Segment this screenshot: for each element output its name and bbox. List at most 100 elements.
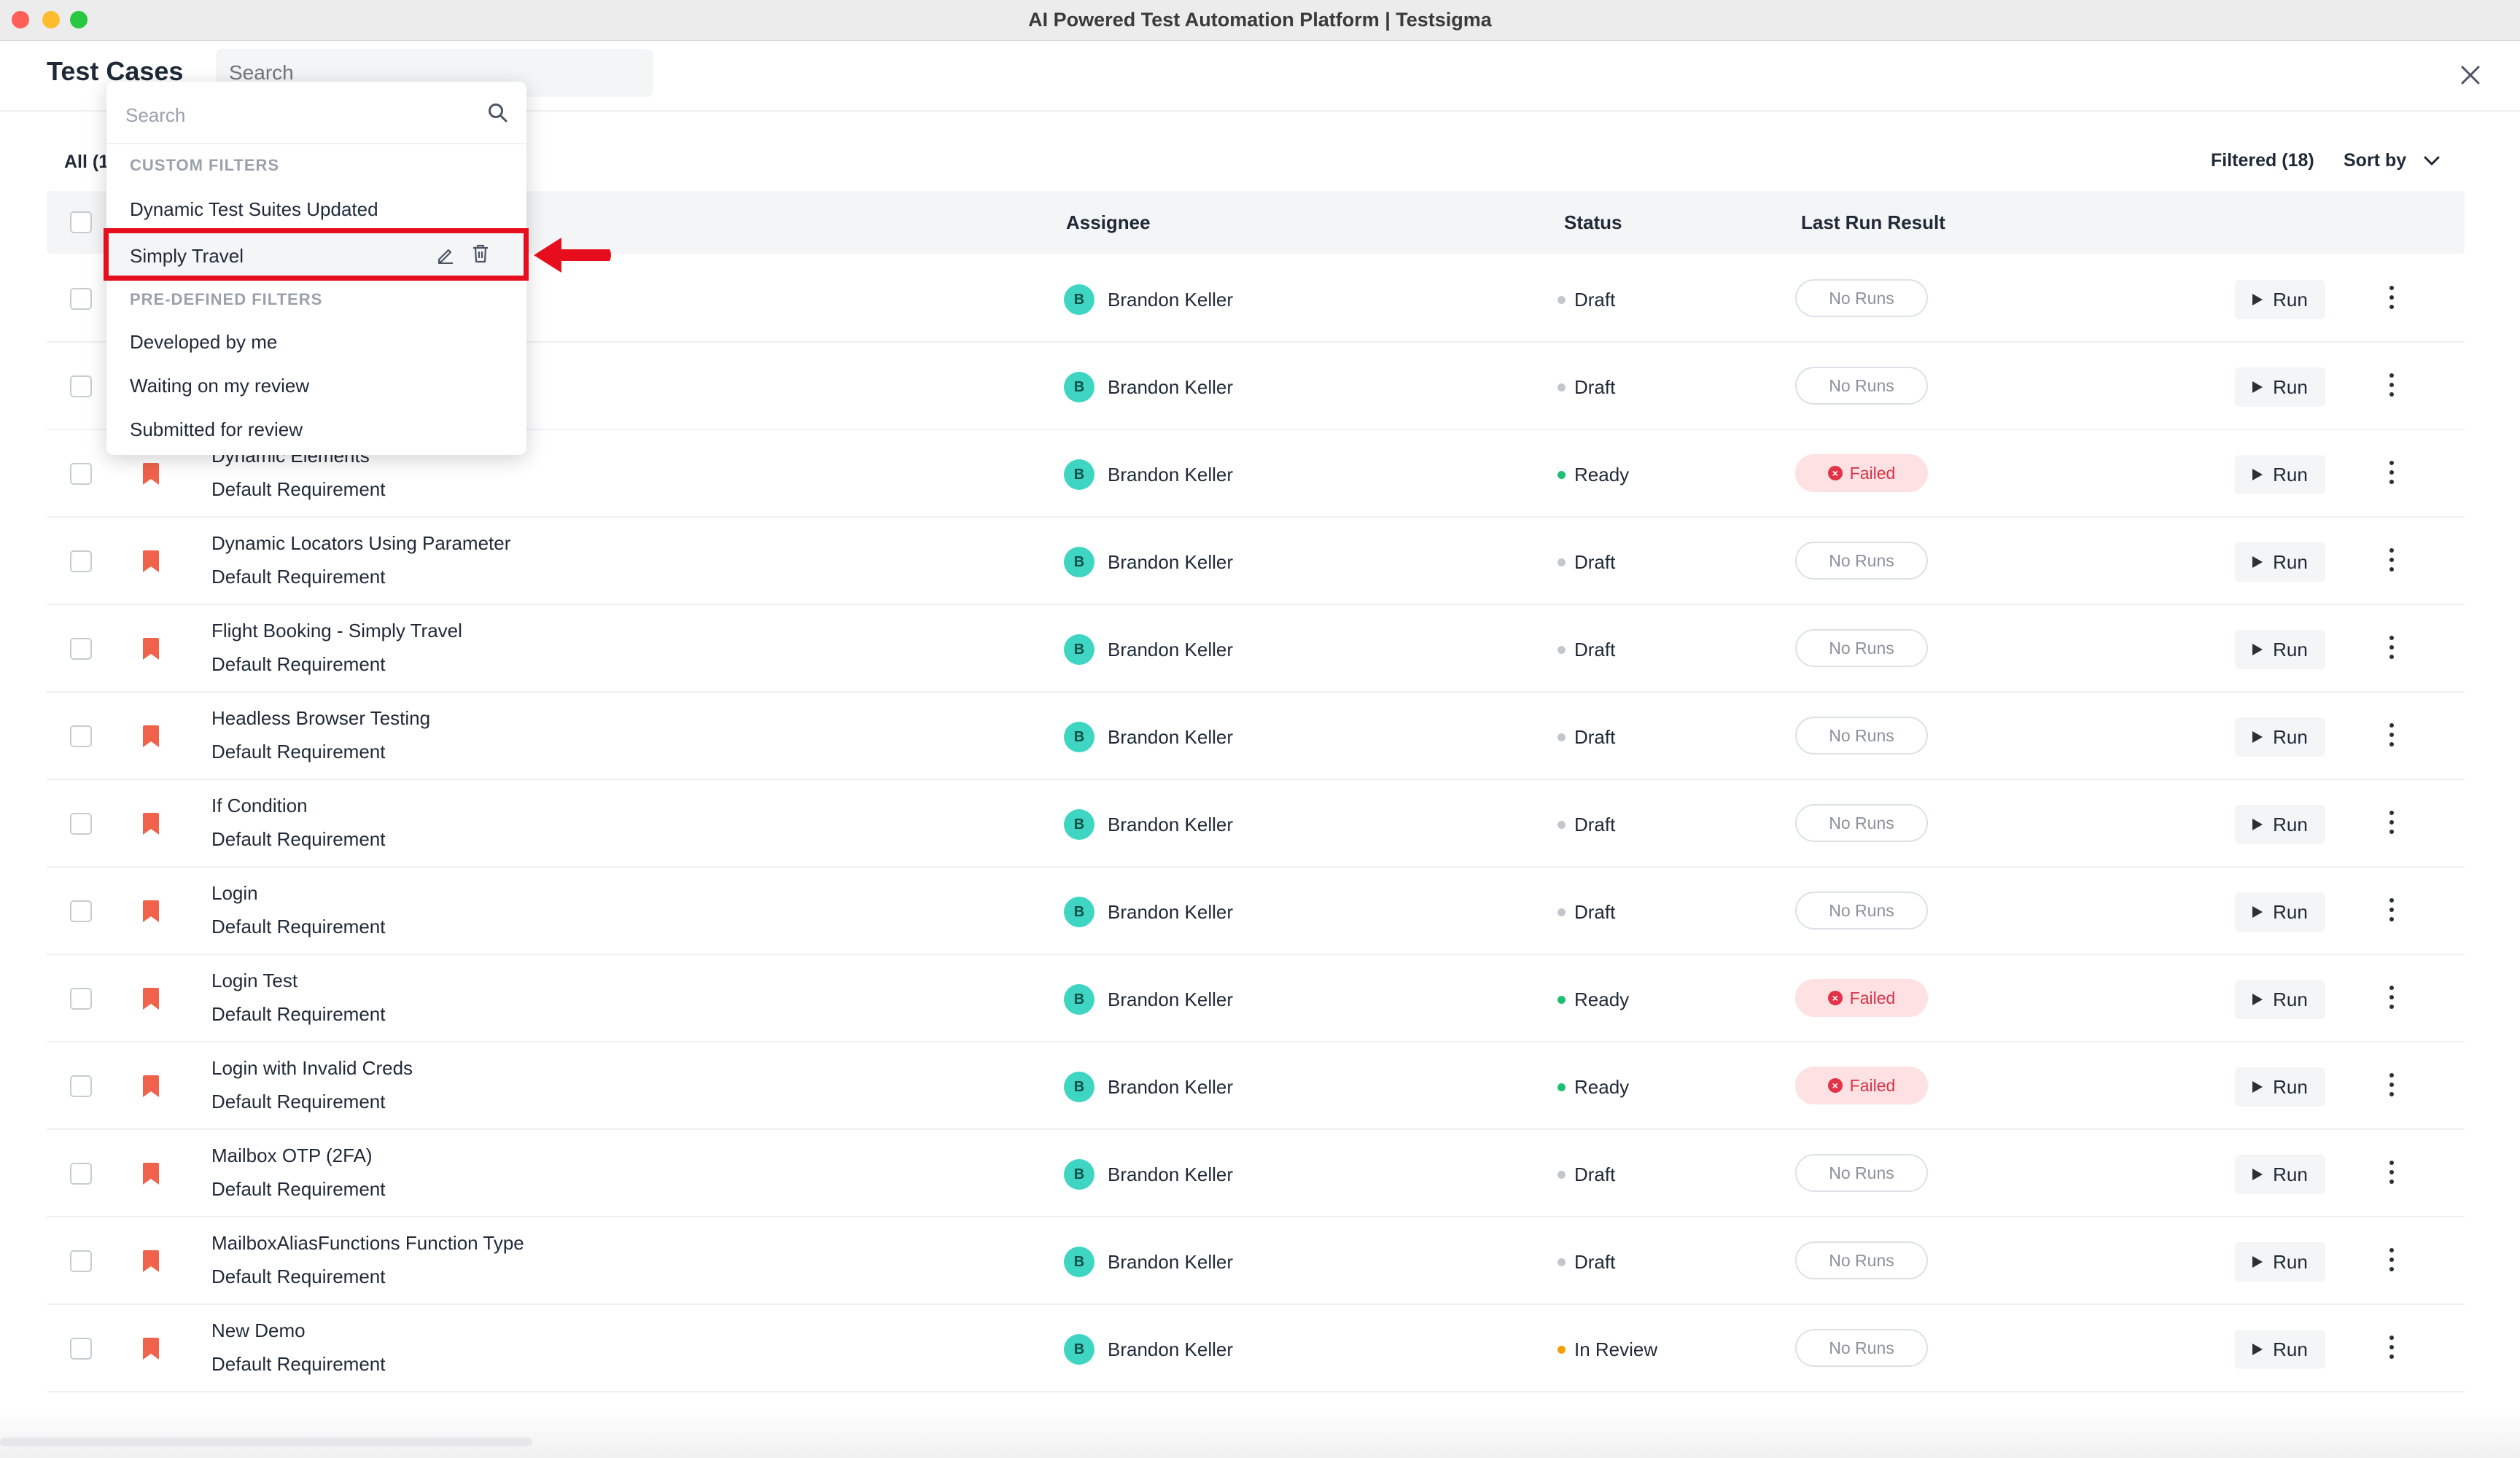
run-button[interactable]: Run bbox=[2235, 280, 2325, 319]
table-row[interactable]: Login Default Requirement B Brandon Kell… bbox=[47, 868, 2465, 955]
status-text: Draft bbox=[1574, 901, 1616, 923]
row-checkbox[interactable] bbox=[70, 375, 92, 397]
filter-search[interactable]: Search bbox=[106, 82, 526, 144]
more-options-icon[interactable] bbox=[2383, 983, 2400, 1012]
row-checkbox[interactable] bbox=[70, 288, 92, 310]
assignee-column-header[interactable]: Assignee bbox=[1066, 211, 1151, 234]
test-case-name[interactable]: Login Test bbox=[211, 970, 298, 992]
run-button[interactable]: Run bbox=[2235, 455, 2325, 494]
row-checkbox[interactable] bbox=[70, 463, 92, 485]
more-options-icon[interactable] bbox=[2383, 458, 2400, 487]
assignee-cell: B Brandon Keller bbox=[1064, 722, 1233, 752]
test-case-name[interactable]: Flight Booking - Simply Travel bbox=[211, 620, 462, 642]
test-case-name[interactable]: MailboxAliasFunctions Function Type bbox=[211, 1232, 524, 1255]
status-column-header[interactable]: Status bbox=[1564, 211, 1622, 234]
last-run-result-column-header[interactable]: Last Run Result bbox=[1801, 211, 1945, 234]
run-button[interactable]: Run bbox=[2235, 1067, 2325, 1107]
row-checkbox[interactable] bbox=[70, 813, 92, 835]
last-run-result-badge: No Runs bbox=[1795, 279, 1928, 317]
run-label: Run bbox=[2273, 725, 2308, 748]
table-row[interactable]: Flight Booking - Simply Travel Default R… bbox=[47, 605, 2465, 693]
last-run-result-badge: × Failed bbox=[1795, 454, 1928, 492]
more-options-icon[interactable] bbox=[2383, 720, 2400, 749]
run-label: Run bbox=[2273, 1075, 2308, 1098]
row-checkbox[interactable] bbox=[70, 725, 92, 747]
more-options-icon[interactable] bbox=[2383, 633, 2400, 662]
sort-by-button[interactable]: Sort by bbox=[2344, 150, 2440, 171]
more-options-icon[interactable] bbox=[2383, 895, 2400, 924]
assignee-cell: B Brandon Keller bbox=[1064, 897, 1233, 927]
row-checkbox[interactable] bbox=[70, 1163, 92, 1185]
assignee-name: Brandon Keller bbox=[1108, 813, 1233, 835]
last-run-result-badge: No Runs bbox=[1795, 367, 1928, 405]
test-case-name[interactable]: Mailbox OTP (2FA) bbox=[211, 1145, 373, 1167]
table-row[interactable]: New Demo Default Requirement B Brandon K… bbox=[47, 1305, 2465, 1392]
filtered-count[interactable]: Filtered (18) bbox=[2211, 150, 2314, 171]
run-button[interactable]: Run bbox=[2235, 542, 2325, 582]
table-row[interactable]: Login with Invalid Creds Default Require… bbox=[47, 1042, 2465, 1130]
more-options-icon[interactable] bbox=[2383, 370, 2400, 399]
row-checkbox[interactable] bbox=[70, 1075, 92, 1097]
more-options-icon[interactable] bbox=[2383, 545, 2400, 574]
more-options-icon[interactable] bbox=[2383, 1070, 2400, 1099]
row-checkbox[interactable] bbox=[70, 550, 92, 572]
test-case-icon bbox=[143, 550, 159, 572]
more-options-icon[interactable] bbox=[2383, 1333, 2400, 1362]
run-button[interactable]: Run bbox=[2235, 892, 2325, 932]
table-row[interactable]: MailboxAliasFunctions Function Type Defa… bbox=[47, 1217, 2465, 1305]
run-button[interactable]: Run bbox=[2235, 717, 2325, 757]
test-case-name[interactable]: New Demo bbox=[211, 1319, 306, 1342]
sort-by-label: Sort by bbox=[2344, 150, 2407, 171]
more-options-icon[interactable] bbox=[2383, 283, 2400, 312]
table-row[interactable]: Mailbox OTP (2FA) Default Requirement B … bbox=[47, 1130, 2465, 1217]
status-dot-icon bbox=[1558, 996, 1566, 1004]
row-checkbox[interactable] bbox=[70, 1250, 92, 1272]
play-icon bbox=[2252, 1344, 2263, 1355]
status-text: Draft bbox=[1574, 289, 1616, 311]
more-options-icon[interactable] bbox=[2383, 1158, 2400, 1187]
filter-item-waiting-on-my-review[interactable]: Waiting on my review bbox=[130, 375, 309, 397]
play-icon bbox=[2252, 906, 2263, 918]
run-button[interactable]: Run bbox=[2235, 1242, 2325, 1282]
row-checkbox[interactable] bbox=[70, 900, 92, 922]
test-case-name[interactable]: Login bbox=[211, 882, 258, 905]
run-button[interactable]: Run bbox=[2235, 805, 2325, 844]
run-button[interactable]: Run bbox=[2235, 1155, 2325, 1194]
last-run-result-badge: No Runs bbox=[1795, 804, 1928, 842]
test-case-name[interactable]: If Condition bbox=[211, 795, 308, 817]
play-icon bbox=[2252, 731, 2263, 743]
row-checkbox[interactable] bbox=[70, 1338, 92, 1360]
run-button[interactable]: Run bbox=[2235, 630, 2325, 669]
all-tab[interactable]: All (1 bbox=[64, 152, 109, 173]
run-label: Run bbox=[2273, 988, 2308, 1010]
last-run-result-badge: No Runs bbox=[1795, 892, 1928, 929]
select-all-checkbox[interactable] bbox=[70, 211, 92, 233]
filter-item-developed-by-me[interactable]: Developed by me bbox=[130, 331, 277, 354]
status-cell: In Review bbox=[1558, 1338, 1657, 1361]
horizontal-scrollbar[interactable] bbox=[0, 1438, 532, 1446]
close-button[interactable] bbox=[2453, 58, 2488, 93]
more-options-icon[interactable] bbox=[2383, 1245, 2400, 1274]
test-case-name[interactable]: Headless Browser Testing bbox=[211, 707, 430, 730]
result-text: No Runs bbox=[1829, 1338, 1894, 1357]
run-button[interactable]: Run bbox=[2235, 1330, 2325, 1369]
run-button[interactable]: Run bbox=[2235, 367, 2325, 407]
table-row[interactable]: Headless Browser Testing Default Require… bbox=[47, 693, 2465, 780]
table-row[interactable]: Dynamic Locators Using Parameter Default… bbox=[47, 518, 2465, 605]
test-case-name[interactable]: Login with Invalid Creds bbox=[211, 1057, 413, 1080]
more-options-icon[interactable] bbox=[2383, 808, 2400, 837]
test-case-requirement: Default Requirement bbox=[211, 566, 386, 588]
table-row[interactable]: If Condition Default Requirement B Brand… bbox=[47, 780, 2465, 868]
test-case-name[interactable]: Dynamic Locators Using Parameter bbox=[211, 532, 510, 555]
avatar: B bbox=[1064, 634, 1094, 665]
test-case-requirement: Default Requirement bbox=[211, 916, 386, 937]
play-icon bbox=[2252, 1081, 2263, 1093]
avatar: B bbox=[1064, 1334, 1094, 1365]
table-row[interactable]: Login Test Default Requirement B Brandon… bbox=[47, 955, 2465, 1042]
filter-item-submitted-for-review[interactable]: Submitted for review bbox=[130, 418, 303, 441]
filter-item-dynamic-test-suites-updated[interactable]: Dynamic Test Suites Updated bbox=[130, 198, 378, 221]
row-checkbox[interactable] bbox=[70, 988, 92, 1010]
run-button[interactable]: Run bbox=[2235, 980, 2325, 1019]
last-run-result-badge: No Runs bbox=[1795, 1241, 1928, 1279]
row-checkbox[interactable] bbox=[70, 638, 92, 660]
